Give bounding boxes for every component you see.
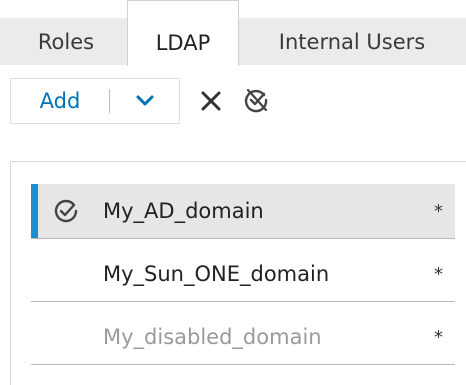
tab-ldap[interactable]: LDAP: [127, 0, 239, 66]
disable-check-icon: [244, 88, 268, 113]
tab-bar: Roles LDAP Internal Users: [0, 0, 466, 66]
list-item[interactable]: My_Sun_ONE_domain *: [31, 247, 455, 302]
chevron-down-icon: [136, 95, 153, 106]
check-circle-icon: [54, 199, 78, 223]
domain-marker: *: [434, 200, 443, 222]
list-item[interactable]: My_disabled_domain *: [31, 310, 455, 365]
enable-disable-button[interactable]: [240, 84, 272, 116]
domain-name: My_disabled_domain: [103, 325, 322, 349]
selection-indicator: [31, 184, 38, 238]
ldap-settings-panel: Roles LDAP Internal Users Add My_AD_doma…: [0, 0, 466, 385]
ldap-domain-list: My_AD_domain * My_Sun_ONE_domain * My_di…: [10, 161, 466, 385]
tab-roles[interactable]: Roles: [10, 18, 122, 65]
delete-button[interactable]: [196, 86, 226, 116]
add-split-button: Add: [10, 78, 180, 124]
list-item[interactable]: My_AD_domain *: [31, 184, 455, 239]
domain-marker: *: [434, 263, 443, 285]
domain-name: My_AD_domain: [103, 199, 264, 223]
add-dropdown-button[interactable]: [110, 79, 179, 123]
toolbar: Add: [10, 78, 466, 126]
tab-internal-users[interactable]: Internal Users: [240, 18, 464, 65]
close-icon: [201, 91, 221, 111]
add-button[interactable]: Add: [11, 79, 109, 123]
domain-name: My_Sun_ONE_domain: [103, 262, 330, 286]
domain-marker: *: [434, 326, 443, 348]
